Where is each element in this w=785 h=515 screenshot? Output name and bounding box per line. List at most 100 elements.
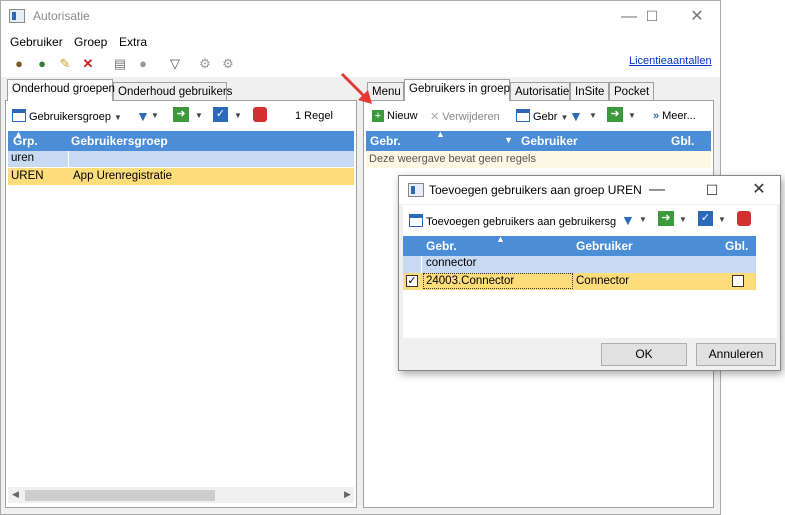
ok-button[interactable]: OK xyxy=(601,343,687,366)
row-name: App Urenregistratie xyxy=(73,170,173,182)
filter-list-icon[interactable]: ▽ xyxy=(167,56,183,72)
filter-icon[interactable]: ▼ xyxy=(136,108,150,124)
lock-icon[interactable] xyxy=(253,107,267,122)
dialog-col-gebruiker[interactable]: Gebruiker xyxy=(576,239,633,253)
dialog-col-gbl[interactable]: Gbl. xyxy=(725,239,748,253)
lock-icon[interactable] xyxy=(737,211,751,226)
grid-icon xyxy=(516,109,530,122)
chevron-down-icon: ▼ xyxy=(560,113,569,122)
edit-icon[interactable]: ✎ xyxy=(57,56,73,72)
tab-gebruikers-in-groep[interactable]: Gebruikers in groep xyxy=(404,79,510,101)
gbl-checkbox[interactable] xyxy=(732,275,744,287)
window-title: Autorisatie xyxy=(33,9,90,23)
tab-autorisatie[interactable]: Autorisatie xyxy=(510,82,570,101)
filter-value[interactable]: uren xyxy=(11,152,34,164)
col-gbl[interactable]: Gbl. xyxy=(671,134,694,148)
export-icon[interactable]: ➜ xyxy=(658,211,674,226)
tab-insite[interactable]: InSite xyxy=(570,82,609,101)
checkbox-icon[interactable]: ✓ xyxy=(698,211,713,226)
filter-caret-icon[interactable]: ▼ xyxy=(639,215,647,224)
dialog-grid-header: ▲ Gebr. Gebruiker Gbl. xyxy=(403,234,756,256)
close-icon[interactable]: ✕ xyxy=(674,1,720,32)
dialog-filter-row[interactable]: connector xyxy=(403,256,756,273)
new-button-label: Nieuw xyxy=(387,110,418,122)
cancel-button[interactable]: Annuleren xyxy=(696,343,776,366)
dialog-title: Toevoegen gebruikers aan groep UREN xyxy=(429,183,642,197)
dialog-table-row[interactable]: ✓ 24003.Connector Connector xyxy=(403,273,756,290)
export-icon[interactable]: ➜ xyxy=(173,107,189,122)
new-button[interactable]: + Nieuw xyxy=(372,110,418,122)
empty-message: Deze weergave bevat geen regels xyxy=(366,151,711,168)
filter-icon[interactable]: ▼ xyxy=(621,212,635,228)
row-select-checkbox[interactable]: ✓ xyxy=(406,275,418,287)
user-dropdown-button[interactable]: Gebr ▼ xyxy=(516,109,568,123)
users-icon[interactable]: ● xyxy=(11,56,27,72)
row-code: UREN xyxy=(11,170,44,182)
licenses-link[interactable]: Licentieaantallen xyxy=(629,55,712,67)
settings-icon[interactable]: ⚙ xyxy=(197,56,213,72)
filter-caret-icon[interactable]: ▼ xyxy=(589,111,597,120)
add-users-button-label: Toevoegen gebruikers aan gebruikersg xyxy=(426,216,617,228)
sort-asc-icon: ▲ xyxy=(436,129,445,139)
filter-caret-icon[interactable]: ▼ xyxy=(151,111,159,120)
checkbox-caret-icon[interactable]: ▼ xyxy=(234,111,242,120)
export-icon[interactable]: ➜ xyxy=(607,107,623,122)
more-button[interactable]: » Meer... xyxy=(653,110,696,122)
export-caret-icon[interactable]: ▼ xyxy=(628,111,636,120)
menu-extra[interactable]: Extra xyxy=(119,35,147,49)
dialog-app-icon xyxy=(408,183,424,197)
dialog-maximize-icon[interactable]: ☐ xyxy=(689,176,735,204)
scroll-right-icon[interactable]: ▶ xyxy=(344,489,351,500)
grid-icon xyxy=(12,109,26,122)
left-pane: Gebruikersgroep ▼ ▼ ▼ ➜ ▼ ✓ ▼ 1 Regel ▲ G… xyxy=(5,100,357,508)
menu-groep[interactable]: Groep xyxy=(74,35,107,49)
tab-onderhoud-groepen[interactable]: Onderhoud groepen xyxy=(7,79,115,101)
add-users-dialog: Toevoegen gebruikers aan groep UREN — ☐ … xyxy=(398,175,781,371)
dialog-title-bar: Toevoegen gebruikers aan groep UREN — ☐ … xyxy=(399,176,780,204)
delete-x-icon: ✕ xyxy=(430,111,440,123)
user-button-label: Gebr xyxy=(533,111,558,123)
report-icon[interactable]: ▤ xyxy=(112,56,128,72)
tab-onderhoud-gebruikers[interactable]: Onderhoud gebruikers xyxy=(113,82,232,101)
settings2-icon[interactable]: ⚙ xyxy=(220,56,236,72)
menu-gebruiker[interactable]: Gebruiker xyxy=(10,35,63,49)
delete-button-label: Verwijderen xyxy=(442,111,500,123)
scroll-left-icon[interactable]: ◀ xyxy=(12,489,19,500)
table-row[interactable]: UREN App Urenregistratie xyxy=(8,168,354,185)
export-caret-icon[interactable]: ▼ xyxy=(679,215,687,224)
more-button-label: Meer... xyxy=(662,110,696,122)
export-caret-icon[interactable]: ▼ xyxy=(195,111,203,120)
dialog-close-icon[interactable]: ✕ xyxy=(736,176,782,204)
right-grid-header: ▲ Gebr. ▼ Gebruiker Gbl. xyxy=(366,129,711,151)
dialog-body: Toevoegen gebruikers aan gebruikersg ▼ ▼… xyxy=(403,205,777,338)
app-icon xyxy=(9,9,25,23)
horizontal-scrollbar[interactable]: ◀ ▶ xyxy=(8,487,354,503)
grid-icon xyxy=(409,214,423,227)
group-dropdown-button[interactable]: Gebruikersgroep ▼ xyxy=(12,109,122,123)
filter-icon[interactable]: ▼ xyxy=(569,108,583,124)
col-gebruikersgroep[interactable]: Gebruikersgroep xyxy=(71,134,168,148)
plus-icon: + xyxy=(372,110,384,122)
delete-button[interactable]: ✕ Verwijderen xyxy=(430,110,500,123)
delete-icon[interactable]: ✕ xyxy=(80,56,96,72)
sort-asc-icon: ▲ xyxy=(496,234,505,244)
add-user-icon[interactable]: ● xyxy=(34,56,50,72)
col-grp[interactable]: Grp. xyxy=(13,134,38,148)
dialog-col-gebr[interactable]: Gebr. xyxy=(426,239,457,253)
user-profile-icon[interactable]: ● xyxy=(135,56,151,72)
left-filter-row[interactable]: uren xyxy=(8,151,354,167)
col-gebr[interactable]: Gebr. xyxy=(370,134,401,148)
menu-bar: Gebruiker Groep Extra xyxy=(1,32,720,52)
checkbox-caret-icon[interactable]: ▼ xyxy=(718,215,726,224)
maximize-icon[interactable]: ☐ xyxy=(629,1,675,32)
title-bar: Autorisatie — ☐ ✕ xyxy=(1,1,720,32)
dialog-row-code: 24003.Connector xyxy=(423,273,573,289)
col-gebruiker[interactable]: Gebruiker xyxy=(521,134,578,148)
group-button-label: Gebruikersgroep xyxy=(29,111,111,123)
checkbox-icon[interactable]: ✓ xyxy=(213,107,228,122)
dialog-filter-value[interactable]: connector xyxy=(426,257,477,269)
add-users-button[interactable]: Toevoegen gebruikers aan gebruikersg xyxy=(409,214,616,228)
tab-pocket[interactable]: Pocket xyxy=(609,82,654,101)
scroll-thumb[interactable] xyxy=(25,490,215,501)
dialog-minimize-icon[interactable]: — xyxy=(634,176,680,204)
